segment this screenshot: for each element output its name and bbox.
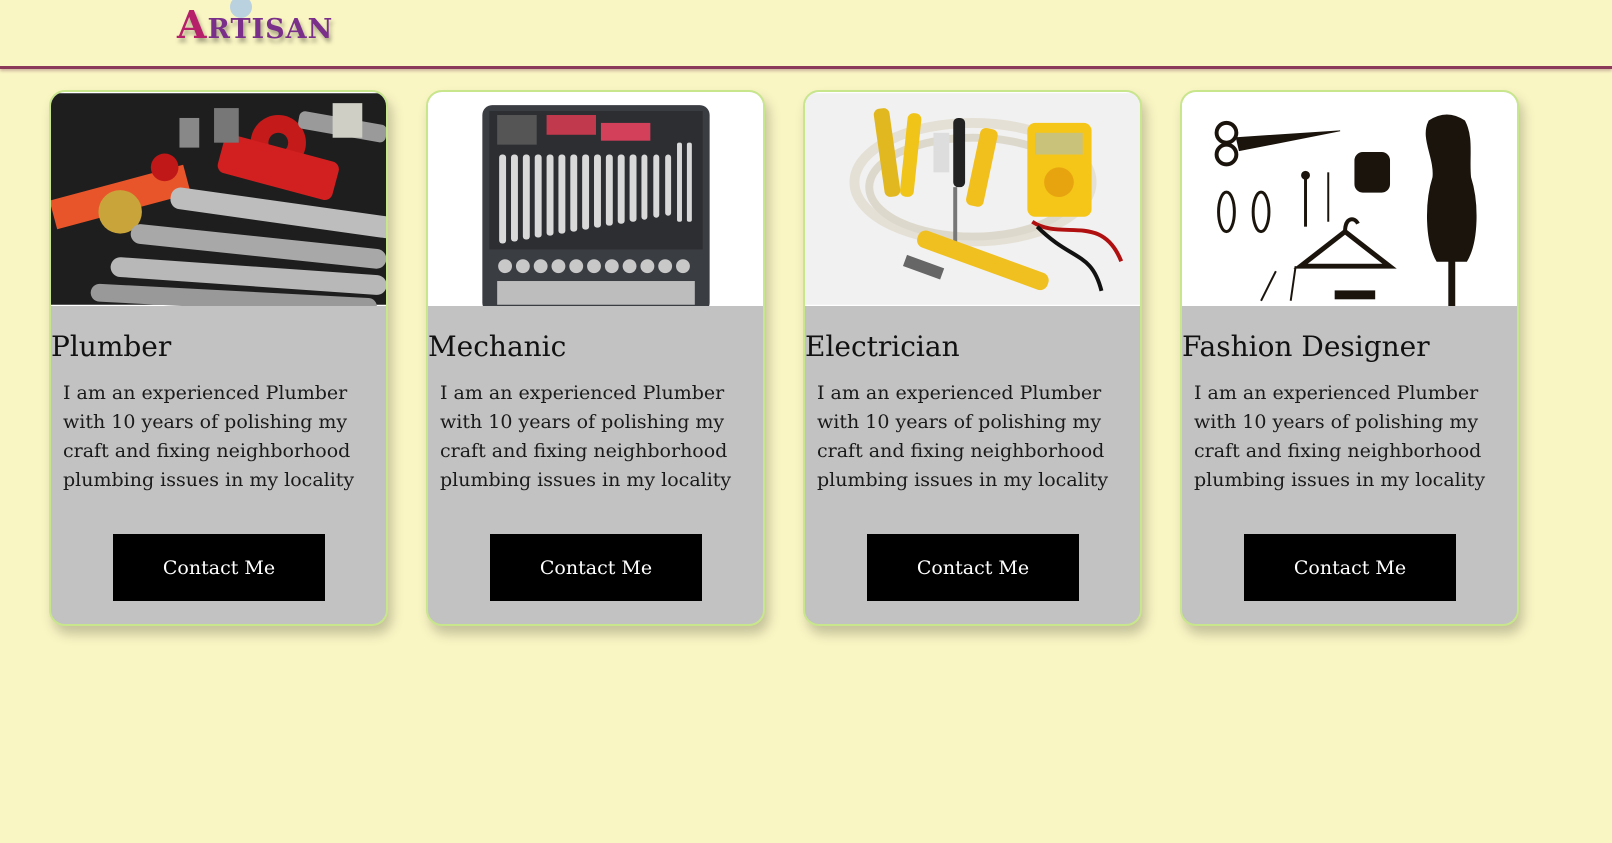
card-title: Mechanic xyxy=(428,330,567,363)
card-description: I am an experienced Plumber with 10 year… xyxy=(817,381,1109,491)
logo-text: RTISAN xyxy=(207,14,334,45)
contact-me-button-fashion-designer[interactable]: Contact Me xyxy=(1244,534,1456,601)
service-card-electrician: Electrician I am an experienced Plumber … xyxy=(803,90,1142,626)
card-title: Plumber xyxy=(51,330,172,363)
sewing-tools-image xyxy=(1182,92,1517,306)
mechanic-toolbox-image xyxy=(428,92,763,306)
artisan-logo[interactable]: A RTISAN xyxy=(177,0,334,47)
logo-first-letter: A xyxy=(177,2,208,47)
card-title: Fashion Designer xyxy=(1182,330,1430,363)
contact-me-button-plumber[interactable]: Contact Me xyxy=(113,534,325,601)
top-header: A RTISAN xyxy=(0,0,1612,69)
card-description: I am an experienced Plumber with 10 year… xyxy=(440,381,732,491)
card-description: I am an experienced Plumber with 10 year… xyxy=(1194,381,1486,491)
contact-me-button-mechanic[interactable]: Contact Me xyxy=(490,534,702,601)
plumbing-tools-image xyxy=(51,92,386,306)
card-description: I am an experienced Plumber with 10 year… xyxy=(63,381,355,491)
service-card-plumber: Plumber I am an experienced Plumber with… xyxy=(49,90,388,626)
service-card-fashion-designer: Fashion Designer I am an experienced Plu… xyxy=(1180,90,1519,626)
service-card-mechanic: Mechanic I am an experienced Plumber wit… xyxy=(426,90,765,626)
card-title: Electrician xyxy=(805,330,960,363)
contact-me-button-electrician[interactable]: Contact Me xyxy=(867,534,1079,601)
electrician-tools-image xyxy=(805,92,1140,306)
